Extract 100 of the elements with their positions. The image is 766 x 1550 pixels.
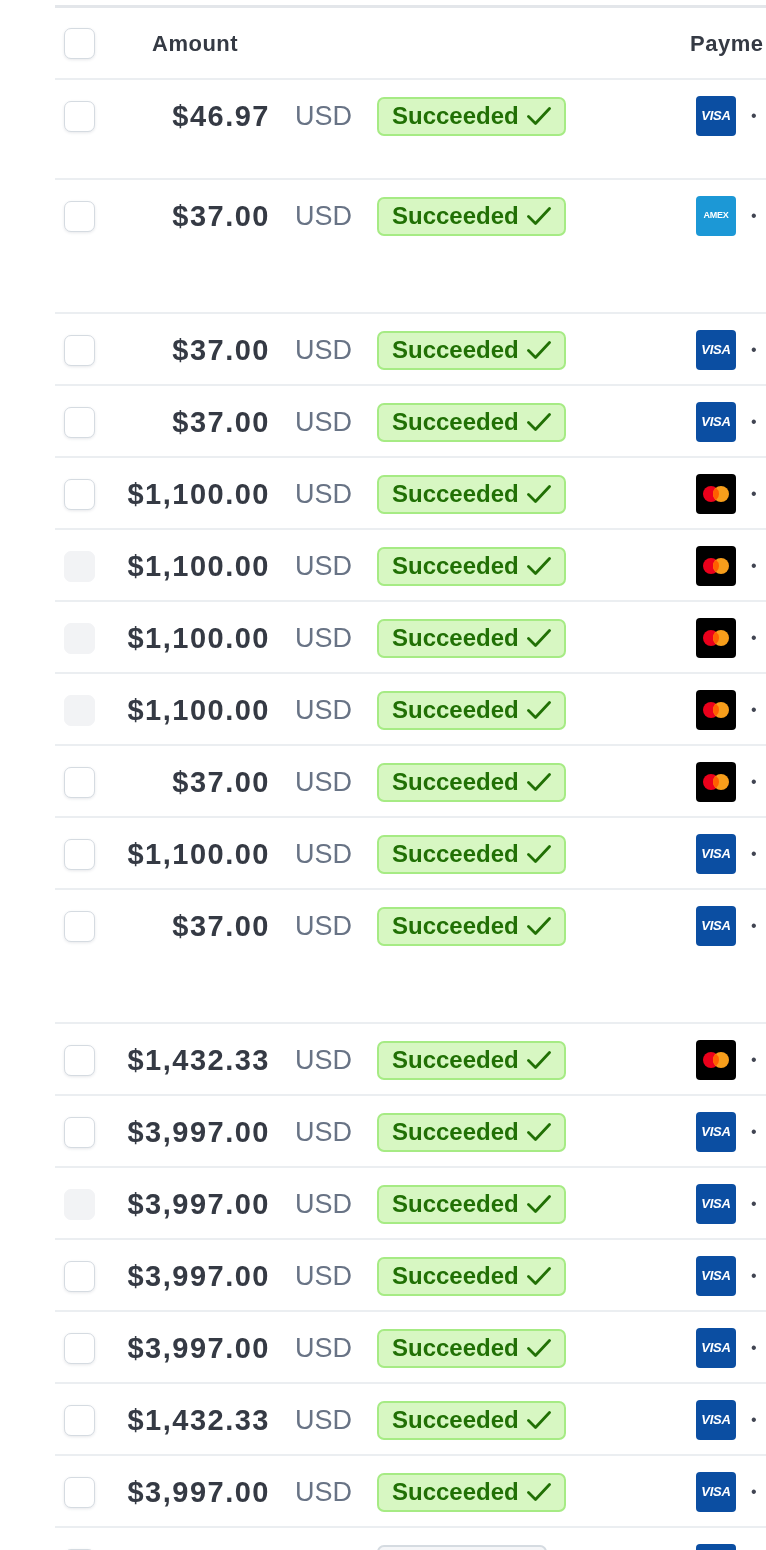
amount-text: $3,997.00 [127,1115,270,1150]
amount-text: $3,997.00 [127,1475,270,1510]
card-number-text: • [751,1124,757,1140]
card-circles-icon [696,474,736,514]
card-circles-icon [696,1040,736,1080]
amount-text: $1,100.00 [127,621,270,656]
card-circles-icon [696,762,736,802]
status-text: Succeeded [392,623,519,653]
status-text: Succeeded [392,1333,519,1363]
card-number-text: • [751,1268,757,1284]
status-text: Succeeded [392,1189,519,1219]
currency-text: USD [295,1260,352,1293]
row-checkbox[interactable] [64,478,95,510]
currency-text: USD [295,1404,352,1437]
row-checkbox[interactable] [64,1044,95,1076]
card-logo: VISA [696,1184,736,1224]
amount-text: $37.00 [172,333,270,368]
check-icon [526,1482,551,1502]
amount-text: $1,100.00 [127,549,270,584]
status-text: Succeeded [392,201,519,231]
check-icon [526,556,551,576]
check-icon [526,1410,551,1430]
amount-text: $3,997.00 [127,1331,270,1366]
card-logo: VISA [696,1112,736,1152]
column-header: Amount [152,29,239,58]
currency-text: USD [295,1476,352,1509]
card-number-text: • [751,342,757,358]
currency-text: USD [295,550,352,583]
currency-text: USD [295,200,352,233]
status-text: Succeeded [392,839,519,869]
card-number-text: • [751,1340,757,1356]
row-checkbox[interactable] [64,766,95,798]
currency-text: USD [295,1188,352,1221]
card-logo: VISA [696,1400,736,1440]
card-number-text: • [751,918,757,934]
amount-text: $37.00 [172,765,270,800]
column-header: Payme [690,29,764,58]
row-checkbox[interactable] [64,200,95,232]
check-icon [526,1338,551,1358]
card-logo: VISA [696,1472,736,1512]
card-number-text: • [751,1196,757,1212]
currency-text: USD [295,478,352,511]
card-number-text: • [751,1484,757,1500]
currency-text: USD [295,622,352,655]
currency-text: USD [295,406,352,439]
row-checkbox[interactable] [64,1116,95,1148]
row-checkbox[interactable] [64,1260,95,1292]
card-logo: AMEX [696,196,736,236]
row-checkbox[interactable] [64,838,95,870]
amount-text: $1,432.33 [127,1403,270,1438]
row-checkbox[interactable] [64,100,95,132]
card-number-text: • [751,208,757,224]
card-logo: VISA [696,906,736,946]
card-number-text: • [751,558,757,574]
amount-text: $1,100.00 [127,477,270,512]
card-number-text: • [751,846,757,862]
card-logo: VISA [696,834,736,874]
card-number-text: • [751,108,757,124]
currency-text: USD [295,1332,352,1365]
status-text: Succeeded [392,335,519,365]
currency-text: USD [295,334,352,367]
status-text: Succeeded [392,1045,519,1075]
card-circles-icon [696,690,736,730]
row-checkbox[interactable] [64,406,95,438]
card-logo: VISA [696,96,736,136]
row-checkbox[interactable] [64,1476,95,1508]
card-circles-icon [696,618,736,658]
check-icon [526,340,551,360]
check-icon [526,1050,551,1070]
amount-text: $1,432.33 [127,1043,270,1078]
amount-text: $3,997.00 [127,1187,270,1222]
check-icon [526,772,551,792]
row-checkbox[interactable] [64,334,95,366]
status-text: Succeeded [392,1477,519,1507]
status-text: Succeeded [392,551,519,581]
status-text: Succeeded [392,101,519,131]
currency-text: USD [295,1044,352,1077]
currency-text: USD [295,100,352,133]
check-icon [526,916,551,936]
select-all-checkbox[interactable] [64,27,95,59]
check-icon [526,844,551,864]
row-checkbox[interactable] [64,910,95,942]
card-number-text: • [751,1052,757,1068]
card-logo: VISA [696,402,736,442]
currency-text: USD [295,910,352,943]
currency-text: USD [295,694,352,727]
currency-text: USD [295,1116,352,1149]
row-checkbox[interactable] [64,1332,95,1364]
row-checkbox[interactable] [64,1404,95,1436]
status-text: Succeeded [392,695,519,725]
check-icon [526,412,551,432]
check-icon [526,106,551,126]
card-number-text: • [751,414,757,430]
status-text: Succeeded [392,407,519,437]
card-logo: VISA [696,330,736,370]
check-icon [526,1122,551,1142]
card-number-text: • [751,774,757,790]
status-text: Succeeded [392,1117,519,1147]
card-logo: VISA [696,1328,736,1368]
status-text: Succeeded [392,1405,519,1435]
